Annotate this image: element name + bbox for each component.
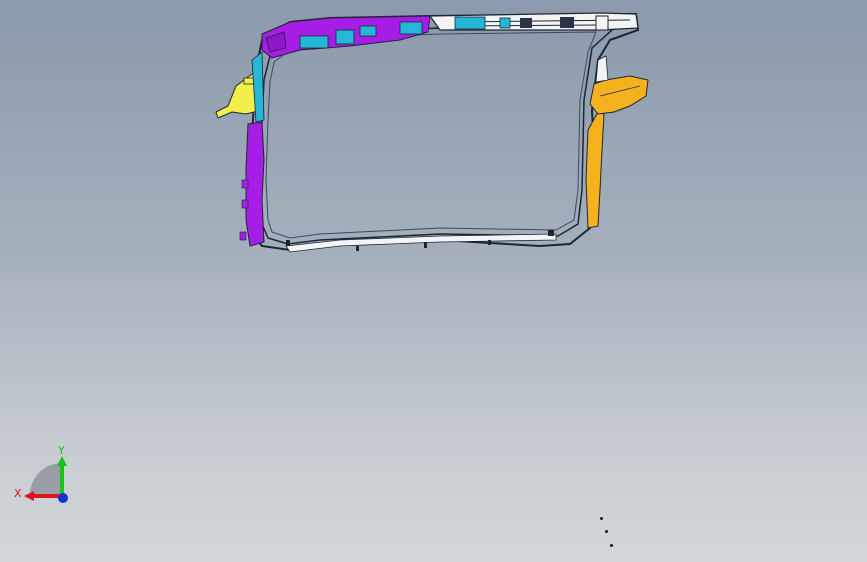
orientation-triad: Y X xyxy=(14,444,68,503)
z-axis-dot xyxy=(58,493,68,503)
y-axis-label: Y xyxy=(57,444,65,457)
stray-point xyxy=(600,517,603,520)
stray-point xyxy=(605,530,608,533)
right-orange-column xyxy=(585,111,605,229)
x-axis-label: X xyxy=(14,487,22,500)
graphics-viewport[interactable]: Y X xyxy=(0,0,867,562)
frame-inner-outline-2 xyxy=(265,31,597,239)
left-purple-column xyxy=(245,121,265,247)
x-axis-arrow xyxy=(24,491,34,501)
bottom-rail xyxy=(285,233,557,253)
frame-inner-outline xyxy=(259,25,614,245)
radiator-frame-model[interactable] xyxy=(0,0,867,562)
stray-point xyxy=(610,544,613,547)
y-axis-arrow xyxy=(57,456,67,466)
triad-quadrant xyxy=(30,463,62,495)
